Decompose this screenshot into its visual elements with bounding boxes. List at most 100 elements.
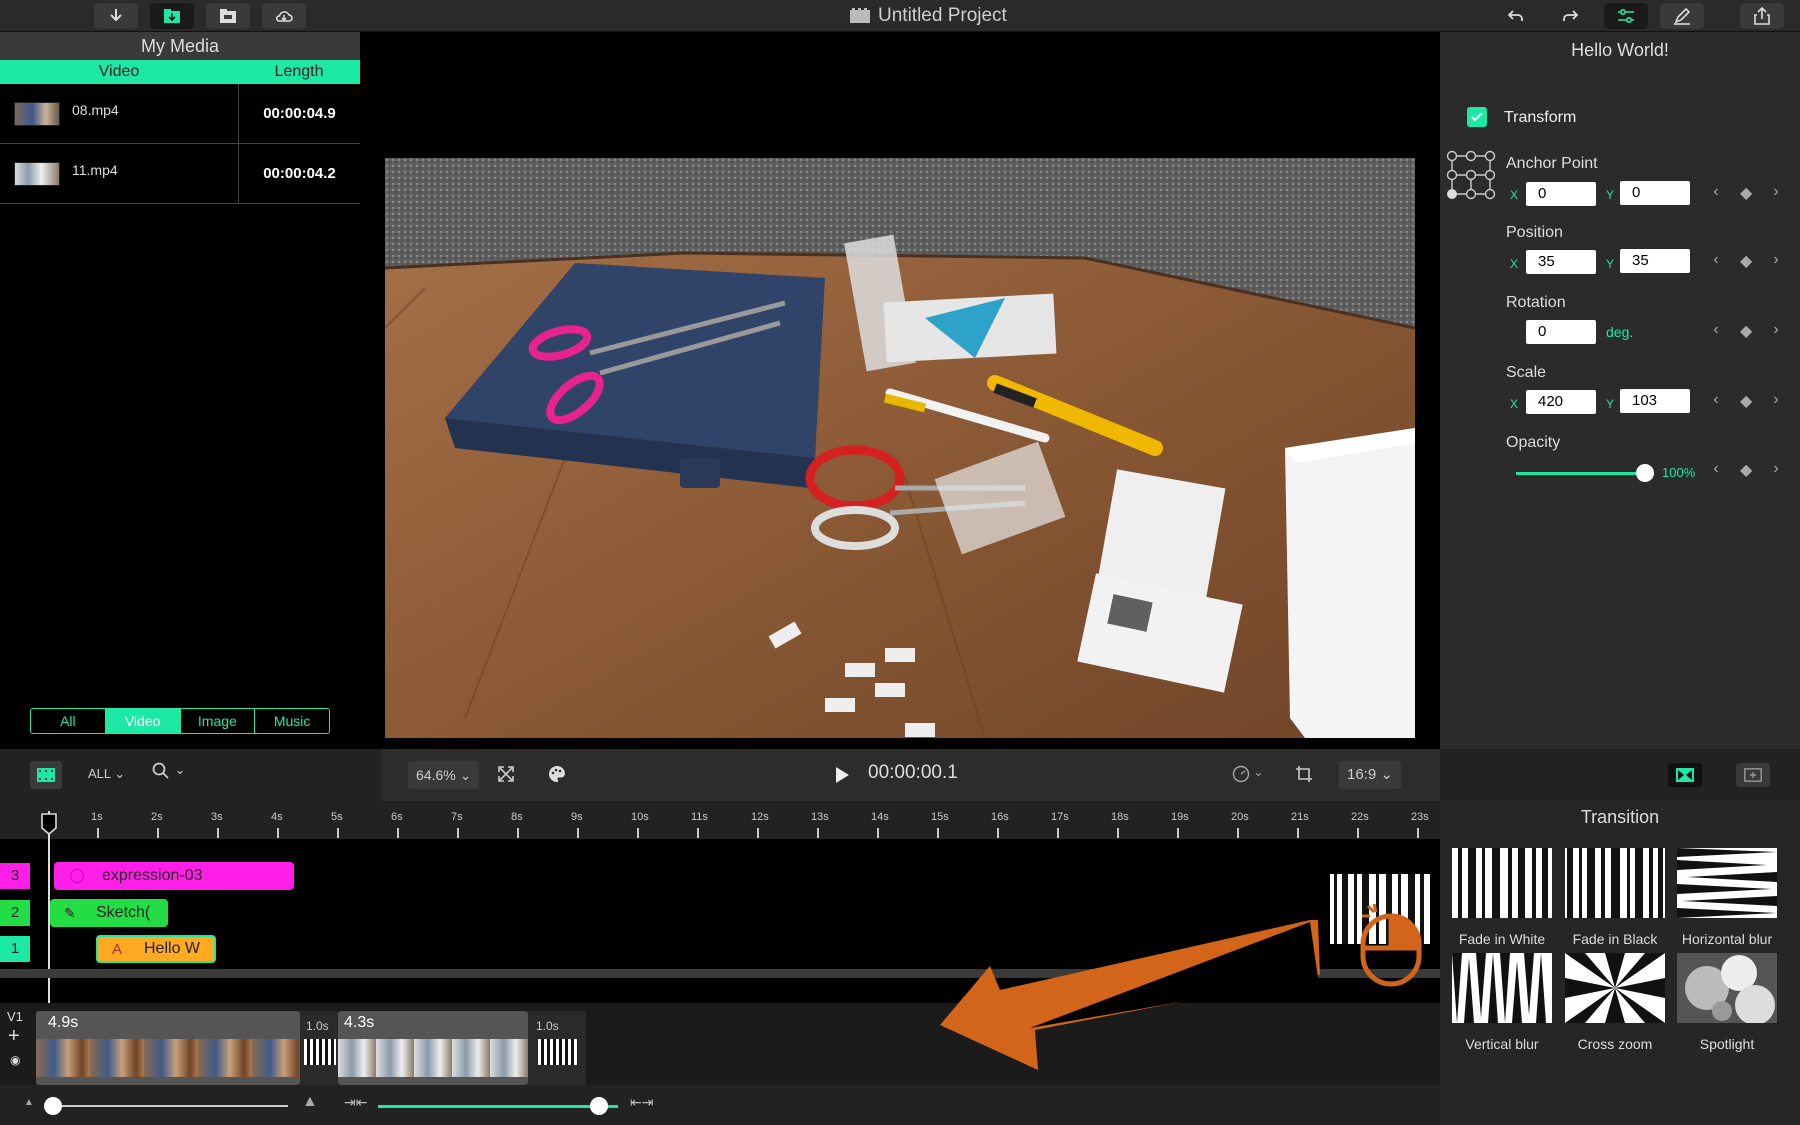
spotlight-circles-thumbnail <box>1677 953 1777 1025</box>
ruler-tick <box>997 828 999 838</box>
ruler-label: 11s <box>691 811 708 823</box>
timeline-zoom-knob[interactable] <box>44 1097 62 1115</box>
add-track-icon[interactable]: + <box>8 1025 20 1048</box>
properties-title: Hello World! <box>1571 40 1669 60</box>
chevron-down-icon: ⌄ <box>459 767 472 783</box>
zoom-in-mountain-icon[interactable]: ▲ <box>302 1093 318 1111</box>
clip-sketch[interactable]: ✎ Sketch( <box>50 899 168 927</box>
clip-expression[interactable]: expression-03 <box>54 862 294 890</box>
rotation-unit: deg. <box>1606 324 1634 340</box>
speed-dropdown[interactable]: ⌄ <box>1232 765 1263 786</box>
opacity-slider-knob[interactable] <box>1636 464 1654 482</box>
column-length[interactable]: Length <box>238 60 360 84</box>
position-keyframe-controls: ‹ ◆ › <box>1710 251 1782 271</box>
anchor-y-input[interactable]: 0 <box>1620 181 1690 205</box>
media-column-header: Video Length <box>0 60 360 84</box>
time-ruler[interactable]: 1s 2s 3s 4s 5s 6s 7s 8s 9s 10s 11s 12s 13s 14s 15s 16s 1… <box>0 801 1440 839</box>
undo-button[interactable] <box>1494 3 1538 29</box>
download-button[interactable] <box>94 3 138 29</box>
control-bar: ALL ⌄ ⌄ 64.6% ⌄ 00:00:00.1 ⌄ 16:9 ⌄ <box>0 749 1800 801</box>
scale-x-input[interactable]: 420 <box>1526 390 1596 414</box>
opacity-slider-track[interactable] <box>1516 472 1644 475</box>
adjust-button[interactable] <box>1604 3 1648 29</box>
track-filter-dropdown[interactable]: ALL ⌄ <box>88 766 125 782</box>
prev-keyframe-icon[interactable]: ‹ <box>1710 251 1722 271</box>
add-keyframe-icon[interactable]: ◆ <box>1740 183 1752 203</box>
zoom-out-mountain-icon[interactable]: ▲ <box>24 1097 34 1108</box>
transition-vertical-blur[interactable]: Vertical blur <box>1452 953 1552 1052</box>
zoom-dropdown[interactable]: 64.6% ⌄ <box>408 761 480 789</box>
next-keyframe-icon[interactable]: › <box>1770 391 1782 411</box>
expand-icon[interactable]: ⇤⇥ <box>630 1094 653 1111</box>
add-keyframe-icon[interactable]: ◆ <box>1740 391 1752 411</box>
transition-cross-zoom[interactable]: Cross zoom <box>1565 953 1665 1052</box>
folder-button[interactable] <box>206 3 250 29</box>
prev-keyframe-icon[interactable]: ‹ <box>1710 460 1722 480</box>
video-clip-1[interactable]: 4.9s <box>36 1011 300 1085</box>
eye-icon[interactable]: ◉ <box>10 1053 20 1067</box>
timeline-zoom-track[interactable] <box>52 1105 288 1107</box>
overlay-panel-button[interactable] <box>1736 763 1770 787</box>
prev-keyframe-icon[interactable]: ‹ <box>1710 321 1722 341</box>
filter-all[interactable]: All <box>31 709 106 733</box>
add-keyframe-icon[interactable]: ◆ <box>1740 321 1752 341</box>
fit-screen-icon[interactable] <box>497 765 515 783</box>
anchor-grid-icon[interactable] <box>1446 150 1496 200</box>
next-keyframe-icon[interactable]: › <box>1770 251 1782 271</box>
transform-checkbox[interactable] <box>1467 107 1487 127</box>
media-filename: 11.mp4 <box>72 162 118 178</box>
ruler-label: 19s <box>1171 811 1189 823</box>
transition-marker[interactable]: 1.0s <box>300 1011 338 1085</box>
transition-label: Fade in White <box>1458 931 1546 947</box>
transition-fade-in-white[interactable]: Fade in White <box>1452 848 1552 947</box>
ruler-tick <box>217 828 219 838</box>
add-keyframe-icon[interactable]: ◆ <box>1740 251 1752 271</box>
color-palette-icon[interactable] <box>548 765 566 783</box>
playhead-handle-icon[interactable] <box>40 813 58 835</box>
shrink-icon[interactable]: ⇥⇤ <box>344 1094 367 1111</box>
transition-spotlight[interactable]: Spotlight <box>1677 953 1777 1052</box>
transition-marker[interactable]: 1.0s <box>528 1011 586 1085</box>
video-preview[interactable] <box>385 158 1415 738</box>
rotation-input[interactable]: 0 <box>1526 320 1596 344</box>
media-row[interactable]: 08.mp4 00:00:04.9 <box>0 84 360 144</box>
import-media-button[interactable] <box>150 3 194 29</box>
transition-fade-in-black[interactable]: Fade in Black <box>1565 848 1665 947</box>
transition-horizontal-blur[interactable]: Horizontal blur <box>1677 848 1777 947</box>
position-y-input[interactable]: 35 <box>1620 249 1690 273</box>
add-keyframe-icon[interactable]: ◆ <box>1740 460 1752 480</box>
filter-image[interactable]: Image <box>181 709 256 733</box>
redo-button[interactable] <box>1548 3 1592 29</box>
filter-music[interactable]: Music <box>255 709 329 733</box>
track-height-slider[interactable] <box>378 1105 618 1108</box>
track-filter-label: ALL <box>88 766 111 781</box>
next-keyframe-icon[interactable]: › <box>1770 183 1782 203</box>
filter-video[interactable]: Video <box>105 709 181 733</box>
clip-text-hello[interactable]: A Hello W <box>96 935 216 963</box>
next-keyframe-icon[interactable]: › <box>1770 460 1782 480</box>
column-video[interactable]: Video <box>0 60 238 84</box>
prev-keyframe-icon[interactable]: ‹ <box>1710 183 1722 203</box>
search-dropdown[interactable]: ⌄ <box>152 762 185 785</box>
track-height-knob[interactable] <box>590 1097 608 1115</box>
crop-icon[interactable] <box>1295 765 1313 783</box>
prev-keyframe-icon[interactable]: ‹ <box>1710 391 1722 411</box>
next-keyframe-icon[interactable]: › <box>1770 321 1782 341</box>
transition-panel-button[interactable] <box>1668 763 1702 787</box>
pen-button[interactable] <box>1660 3 1704 29</box>
aspect-ratio-dropdown[interactable]: 16:9 ⌄ <box>1339 761 1401 789</box>
transition-label: Vertical blur <box>1465 1036 1539 1052</box>
timeline-view-button[interactable] <box>30 761 62 789</box>
play-icon[interactable] <box>834 766 850 784</box>
share-button[interactable] <box>1740 3 1784 29</box>
media-row[interactable]: 11.mp4 00:00:04.2 <box>0 144 360 204</box>
scale-y-input[interactable]: 103 <box>1620 389 1690 413</box>
anchor-x-input[interactable]: 0 <box>1526 182 1596 206</box>
cloud-button[interactable] <box>262 3 306 29</box>
position-x-input[interactable]: 35 <box>1526 250 1596 274</box>
ruler-tick <box>637 828 639 838</box>
share-icon <box>1754 6 1770 25</box>
video-clip-2[interactable]: 4.3s <box>338 1011 528 1085</box>
media-filter-tabs: All Video Image Music <box>30 708 330 734</box>
ruler-tick <box>157 828 159 838</box>
